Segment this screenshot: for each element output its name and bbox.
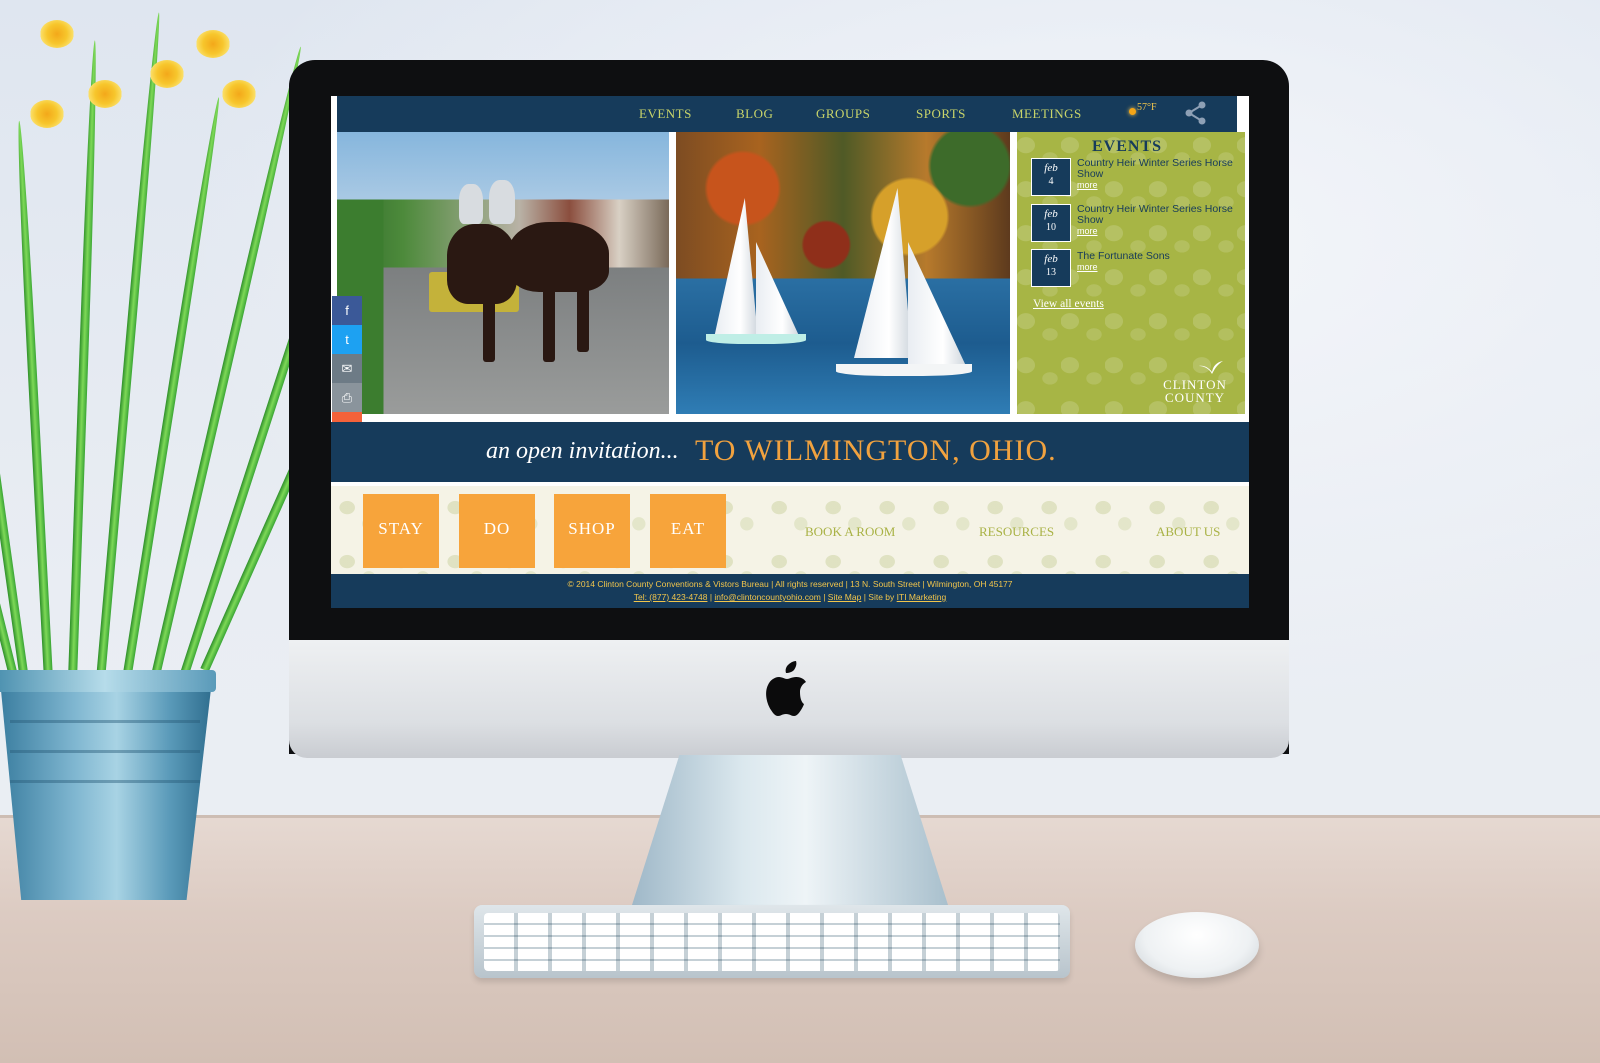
event-date-badge: feb 4 xyxy=(1031,158,1071,196)
event-title[interactable]: The Fortunate Sons xyxy=(1077,251,1237,262)
weather-temperature: 57°F xyxy=(1137,102,1157,113)
event-month: feb xyxy=(1044,208,1058,220)
event-day: 4 xyxy=(1048,176,1054,187)
nav-meetings[interactable]: MEETINGS xyxy=(1012,106,1082,122)
nav-blog[interactable]: BLOG xyxy=(736,106,773,122)
footer-siteby-link[interactable]: ITI Marketing xyxy=(897,592,947,602)
footer-email-link[interactable]: info@clintoncountyohio.com xyxy=(714,592,820,602)
daffodil-flower xyxy=(222,80,256,108)
daffodil-flower xyxy=(196,30,230,58)
print-icon[interactable]: ⎙ xyxy=(332,383,362,412)
resources-link[interactable]: RESOURCES xyxy=(979,524,1054,540)
event-month: feb xyxy=(1044,162,1058,174)
nav-events[interactable]: EVENTS xyxy=(639,106,692,122)
nav-sports[interactable]: SPORTS xyxy=(916,106,966,122)
do-tile-button[interactable]: DO xyxy=(459,494,535,568)
tagline-bar: an open invitation... TO WILMINGTON, OHI… xyxy=(331,422,1249,482)
event-date-badge: feb 10 xyxy=(1031,204,1071,242)
footer-siteby-label: Site by xyxy=(868,592,895,602)
event-month: feb xyxy=(1044,253,1058,265)
horse-wagon-street-photo xyxy=(337,132,669,414)
share-icon[interactable] xyxy=(1183,100,1209,126)
pot-rim xyxy=(0,670,216,692)
event-item[interactable]: feb 13 The Fortunate Sons more xyxy=(1031,249,1241,289)
sprig-icon xyxy=(1199,361,1223,374)
footer-tel-link[interactable]: Tel: (877) 423-4748 xyxy=(634,592,708,602)
daffodil-flower xyxy=(88,80,122,108)
event-more-link[interactable]: more xyxy=(1077,226,1098,236)
shop-tile-button[interactable]: SHOP xyxy=(554,494,630,568)
daffodil-flower xyxy=(40,20,74,48)
daffodil-flower xyxy=(30,100,64,128)
book-a-room-link[interactable]: BOOK A ROOM xyxy=(805,524,895,540)
events-title: EVENTS xyxy=(1091,138,1163,155)
view-all-events-link[interactable]: View all events xyxy=(1033,298,1104,310)
event-more-link[interactable]: more xyxy=(1077,262,1098,272)
email-icon[interactable]: ✉ xyxy=(332,354,362,383)
apple-logo-icon xyxy=(766,661,806,716)
footer-copyright: © 2014 Clinton County Conventions & Vist… xyxy=(567,579,1013,589)
clinton-county-logo: CLINTON COUNTY xyxy=(1147,361,1243,410)
event-day: 13 xyxy=(1046,267,1056,278)
event-title[interactable]: Country Heir Winter Series Horse Show xyxy=(1077,204,1237,226)
mouse xyxy=(1135,912,1259,978)
category-band: STAY DO SHOP EAT BOOK A ROOM RESOURCES A… xyxy=(331,486,1249,574)
facebook-icon[interactable]: f xyxy=(332,296,362,325)
sailboats-lake-photo xyxy=(676,132,1010,414)
eat-tile-button[interactable]: EAT xyxy=(650,494,726,568)
stay-tile-button[interactable]: STAY xyxy=(363,494,439,568)
sun-icon xyxy=(1129,108,1136,115)
event-day: 10 xyxy=(1046,222,1056,233)
event-item[interactable]: feb 10 Country Heir Winter Series Horse … xyxy=(1031,204,1241,244)
tagline-script: an open invitation... xyxy=(486,438,679,464)
daffodil-flower xyxy=(150,60,184,88)
site-footer: © 2014 Clinton County Conventions & Vist… xyxy=(331,574,1249,608)
event-date-badge: feb 13 xyxy=(1031,249,1071,287)
nav-groups[interactable]: GROUPS xyxy=(816,106,870,122)
twitter-icon[interactable]: t xyxy=(332,325,362,354)
events-panel: EVENTS feb 4 Country Heir Winter Series … xyxy=(1017,132,1245,414)
about-us-link[interactable]: ABOUT US xyxy=(1156,524,1220,540)
website-screen: EVENTS BLOG GROUPS SPORTS MEETINGS 57°F xyxy=(331,96,1249,608)
event-more-link[interactable]: more xyxy=(1077,180,1098,190)
footer-contact-line: Tel: (877) 423-4748 | info@clintoncounty… xyxy=(633,592,947,602)
metal-flower-pot xyxy=(0,680,212,900)
event-item[interactable]: feb 4 Country Heir Winter Series Horse S… xyxy=(1031,158,1241,198)
tagline-main: TO WILMINGTON, OHIO. xyxy=(695,434,1057,467)
footer-sitemap-link[interactable]: Site Map xyxy=(828,592,862,602)
event-title[interactable]: Country Heir Winter Series Horse Show xyxy=(1077,158,1237,180)
monitor-stand xyxy=(632,755,948,905)
top-navigation: EVENTS BLOG GROUPS SPORTS MEETINGS 57°F xyxy=(337,96,1237,132)
logo-line-2: COUNTY xyxy=(1164,390,1226,405)
keyboard xyxy=(474,905,1070,978)
